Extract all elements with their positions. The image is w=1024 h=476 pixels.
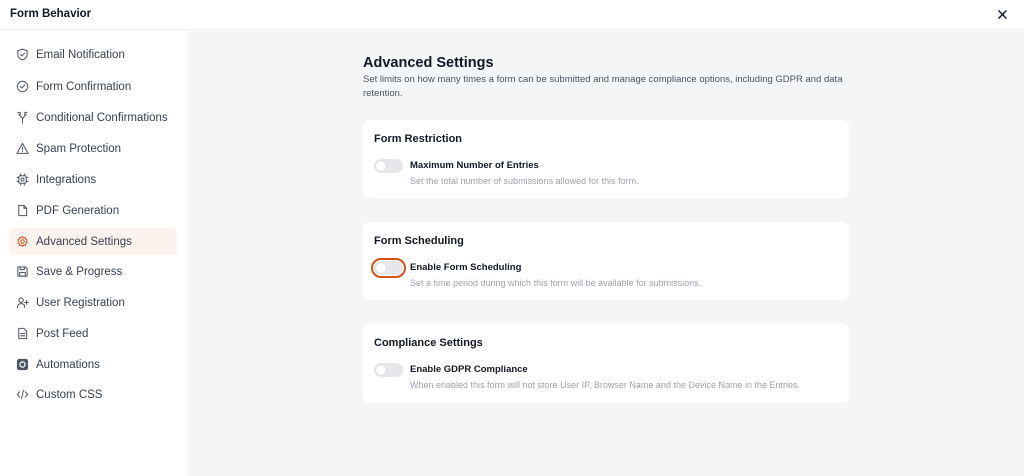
sidebar-item-integrations[interactable]: Integrations bbox=[9, 166, 177, 193]
close-button[interactable] bbox=[994, 6, 1010, 22]
card-title: Compliance Settings bbox=[374, 337, 483, 349]
shield-check-icon bbox=[16, 48, 29, 61]
split-arrow-icon bbox=[16, 111, 29, 124]
sidebar-item-label: Form Confirmation bbox=[36, 80, 132, 93]
page-description: Set limits on how many times a form can … bbox=[363, 74, 843, 99]
sidebar-item-label: Custom CSS bbox=[36, 388, 103, 401]
option-description: When enabled this form will not store Us… bbox=[410, 380, 801, 390]
sidebar-item-label: Save & Progress bbox=[36, 265, 123, 278]
sidebar: Email Notification Form Confirmation Con… bbox=[0, 31, 188, 476]
sidebar-item-email-notification[interactable]: Email Notification bbox=[9, 41, 177, 68]
card-form-scheduling: Form Scheduling Enable Form Scheduling S… bbox=[363, 222, 849, 300]
page-title: Advanced Settings bbox=[363, 55, 494, 71]
warning-triangle-icon bbox=[16, 142, 29, 155]
code-icon bbox=[16, 388, 29, 401]
sidebar-item-pdf-generation[interactable]: PDF Generation bbox=[9, 197, 177, 224]
sidebar-item-label: User Registration bbox=[36, 296, 125, 309]
sidebar-item-spam-protection[interactable]: Spam Protection bbox=[9, 135, 177, 162]
card-compliance-settings: Compliance Settings Enable GDPR Complian… bbox=[363, 323, 849, 403]
option-label: Maximum Number of Entries bbox=[410, 160, 539, 171]
gear-icon bbox=[16, 235, 29, 248]
sidebar-item-save-progress[interactable]: Save & Progress bbox=[9, 258, 177, 285]
user-plus-icon bbox=[16, 296, 29, 309]
sidebar-item-label: Conditional Confirmations bbox=[36, 111, 168, 124]
sidebar-item-label: Email Notification bbox=[36, 48, 125, 61]
form-scheduling-toggle[interactable] bbox=[371, 258, 406, 278]
gdpr-compliance-toggle[interactable] bbox=[374, 363, 403, 377]
sidebar-item-label: Advanced Settings bbox=[36, 235, 132, 248]
toggle-knob bbox=[376, 263, 386, 273]
sidebar-item-label: Automations bbox=[36, 358, 100, 371]
automation-icon bbox=[16, 358, 29, 371]
floppy-disk-icon bbox=[16, 265, 29, 278]
sidebar-item-label: Integrations bbox=[36, 173, 97, 186]
card-form-restriction: Form Restriction Maximum Number of Entri… bbox=[363, 120, 849, 198]
sidebar-item-label: Post Feed bbox=[36, 327, 89, 340]
option-label: Enable GDPR Compliance bbox=[410, 364, 528, 375]
max-entries-toggle[interactable] bbox=[374, 159, 403, 173]
sidebar-item-label: PDF Generation bbox=[36, 204, 120, 217]
toggle-knob bbox=[376, 161, 386, 171]
sidebar-item-user-registration[interactable]: User Registration bbox=[9, 289, 177, 316]
sidebar-item-conditional-confirmations[interactable]: Conditional Confirmations bbox=[9, 104, 177, 131]
card-title: Form Scheduling bbox=[374, 235, 464, 247]
document-icon bbox=[16, 204, 29, 217]
file-text-icon bbox=[16, 327, 29, 340]
modal-header: Form Behavior bbox=[0, 0, 1024, 30]
option-description: Set a time period during which this form… bbox=[410, 278, 702, 288]
sidebar-item-form-confirmation[interactable]: Form Confirmation bbox=[9, 73, 177, 100]
sidebar-item-custom-css[interactable]: Custom CSS bbox=[9, 381, 177, 408]
close-icon bbox=[997, 9, 1007, 19]
toggle-knob bbox=[376, 365, 386, 375]
modal-title: Form Behavior bbox=[10, 8, 92, 20]
chip-icon bbox=[16, 173, 29, 186]
check-circle-icon bbox=[16, 80, 29, 93]
sidebar-item-automations[interactable]: Automations bbox=[9, 351, 177, 378]
card-title: Form Restriction bbox=[374, 133, 463, 145]
sidebar-item-label: Spam Protection bbox=[36, 142, 122, 155]
option-label: Enable Form Scheduling bbox=[410, 262, 522, 273]
option-description: Set the total number of submissions allo… bbox=[410, 176, 639, 186]
sidebar-item-post-feed[interactable]: Post Feed bbox=[9, 320, 177, 347]
sidebar-item-advanced-settings[interactable]: Advanced Settings bbox=[9, 228, 177, 255]
